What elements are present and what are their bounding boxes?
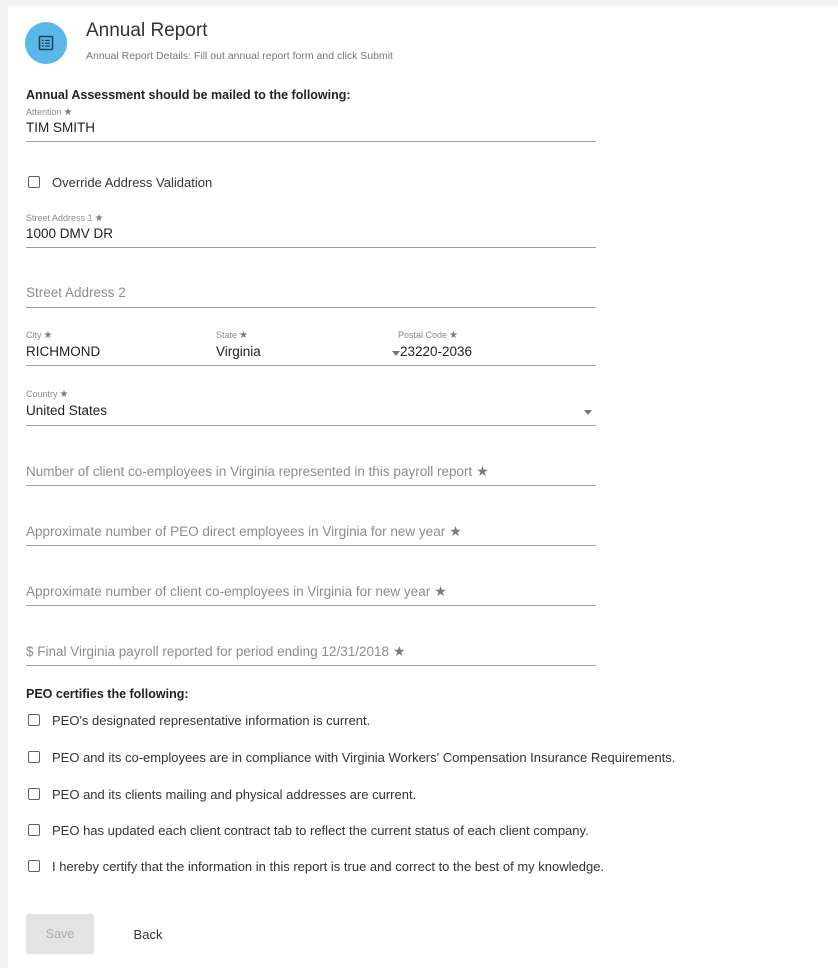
required-icon: ★: [59, 389, 69, 400]
certify-label-2[interactable]: PEO and its co-employees are in complian…: [52, 750, 675, 765]
certify-checkbox-4[interactable]: [28, 824, 40, 836]
city-state-postal-underline: [26, 365, 596, 366]
required-icon: ★: [94, 213, 104, 224]
country-field[interactable]: Country ★: [26, 384, 68, 402]
list-document-icon: [38, 35, 54, 51]
required-icon: ★: [476, 463, 489, 479]
peo-direct-underline: [26, 545, 596, 546]
certify-checkbox-5[interactable]: [28, 860, 40, 872]
certify-heading: PEO certifies the following:: [26, 687, 189, 701]
attention-value[interactable]: TIM SMITH: [26, 120, 95, 135]
client-new-year-placeholder: Approximate number of client co-employee…: [26, 584, 431, 599]
required-icon: ★: [434, 583, 447, 599]
client-new-year-input[interactable]: Approximate number of client co-employee…: [26, 583, 447, 600]
country-select[interactable]: United States: [26, 403, 107, 418]
postal-value[interactable]: 23220-2036: [400, 344, 472, 359]
required-icon: ★: [63, 107, 73, 118]
peo-direct-placeholder: Approximate number of PEO direct employe…: [26, 524, 446, 539]
country-dropdown-icon[interactable]: [584, 410, 592, 415]
save-button[interactable]: Save: [26, 914, 94, 954]
required-icon: ★: [43, 330, 53, 341]
street2-underline: [26, 307, 596, 308]
final-payroll-input[interactable]: $ Final Virginia payroll reported for pe…: [26, 643, 406, 660]
required-icon: ★: [449, 330, 458, 341]
attention-underline: [26, 141, 596, 142]
report-avatar: [25, 22, 67, 64]
certify-label-1[interactable]: PEO's designated representative informat…: [52, 713, 370, 728]
annual-report-card: Annual Report Annual Report Details: Fil…: [8, 6, 838, 968]
client-coemployees-underline: [26, 485, 596, 486]
city-label: City: [26, 330, 42, 340]
state-field[interactable]: State ★: [216, 325, 248, 343]
certify-label-4[interactable]: PEO has updated each client contract tab…: [52, 823, 589, 838]
city-value[interactable]: RICHMOND: [26, 344, 100, 359]
street1-underline: [26, 247, 596, 248]
postal-field[interactable]: Postal Code ★: [398, 325, 458, 343]
certify-label-5[interactable]: I hereby certify that the information in…: [52, 859, 604, 874]
street1-label: Street Address 1: [26, 213, 93, 223]
page-subtitle: Annual Report Details: Fill out annual r…: [86, 50, 393, 62]
attention-field[interactable]: Attention ★: [26, 102, 73, 120]
country-underline: [26, 425, 596, 426]
final-payroll-underline: [26, 665, 596, 666]
required-icon: ★: [449, 523, 462, 539]
client-new-year-underline: [26, 605, 596, 606]
state-dropdown-icon[interactable]: [392, 351, 400, 356]
state-select[interactable]: Virginia: [216, 344, 261, 359]
client-coemployees-placeholder: Number of client co-employees in Virgini…: [26, 464, 473, 479]
attention-label: Attention: [26, 107, 62, 117]
override-label[interactable]: Override Address Validation: [52, 175, 212, 190]
certify-checkbox-3[interactable]: [28, 788, 40, 800]
mailing-heading: Annual Assessment should be mailed to th…: [26, 88, 351, 102]
required-icon: ★: [393, 643, 406, 659]
street2-input[interactable]: Street Address 2: [26, 285, 126, 300]
certify-checkbox-1[interactable]: [28, 714, 40, 726]
client-coemployees-input[interactable]: Number of client co-employees in Virgini…: [26, 463, 489, 480]
final-payroll-placeholder: $ Final Virginia payroll reported for pe…: [26, 644, 389, 659]
street1-value[interactable]: 1000 DMV DR: [26, 226, 113, 241]
page-title: Annual Report: [86, 20, 208, 41]
state-label: State: [216, 330, 238, 340]
required-icon: ★: [239, 330, 248, 341]
country-label: Country: [26, 389, 58, 399]
certify-checkbox-2[interactable]: [28, 751, 40, 763]
postal-label: Postal Code: [398, 330, 448, 340]
street1-field[interactable]: Street Address 1 ★: [26, 208, 104, 226]
certify-label-3[interactable]: PEO and its clients mailing and physical…: [52, 787, 416, 802]
city-field[interactable]: City ★: [26, 325, 52, 343]
override-checkbox[interactable]: [28, 176, 40, 188]
peo-direct-input[interactable]: Approximate number of PEO direct employe…: [26, 523, 462, 540]
back-button[interactable]: Back: [120, 914, 176, 954]
